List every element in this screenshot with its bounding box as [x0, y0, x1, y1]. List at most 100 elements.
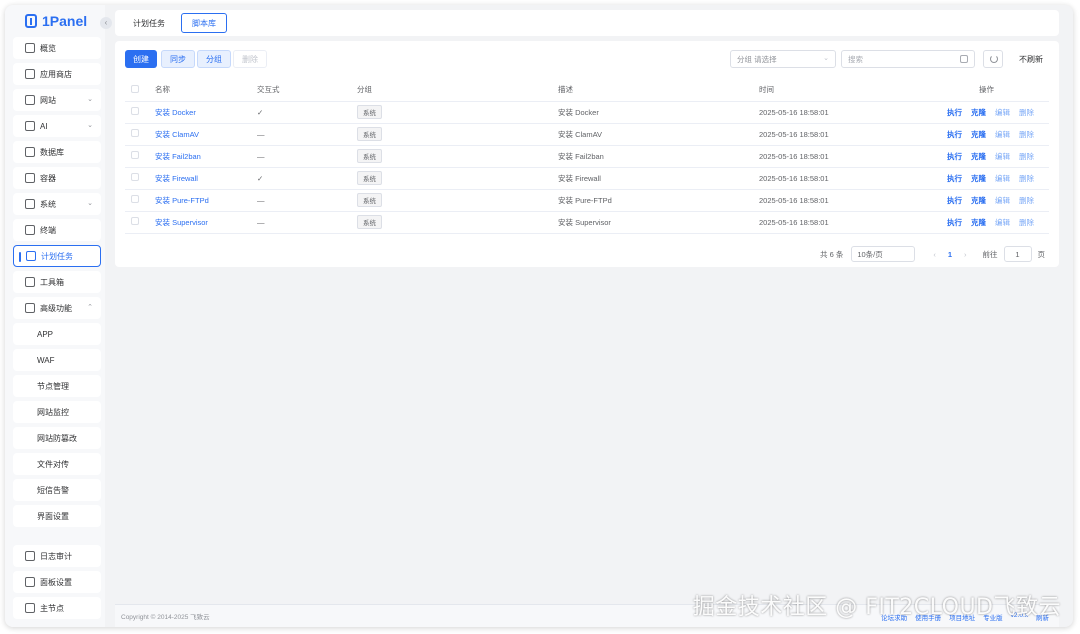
- refresh-icon[interactable]: [983, 50, 1003, 68]
- sidebar-item-9[interactable]: 工具箱: [13, 271, 101, 293]
- script-time: 2025-05-16 18:58:01: [759, 107, 829, 117]
- sidebar-item-4[interactable]: 数据库: [13, 141, 101, 163]
- tab-cronjob[interactable]: 计划任务: [123, 13, 175, 33]
- prev-page-icon[interactable]: ‹: [933, 250, 936, 259]
- sidebar-subitem-6[interactable]: 短信告警: [13, 479, 101, 501]
- row-checkbox[interactable]: [131, 195, 139, 203]
- edit-button[interactable]: 编辑: [995, 108, 1010, 117]
- run-button[interactable]: 执行: [947, 174, 962, 183]
- clone-button[interactable]: 克隆: [971, 218, 986, 227]
- sidebar-item-2[interactable]: 网站 ⌄: [13, 89, 101, 111]
- script-time: 2025-05-16 18:58:01: [759, 173, 829, 183]
- logo[interactable]: 1Panel: [25, 12, 87, 30]
- run-button[interactable]: 执行: [947, 152, 962, 161]
- delete-row-button[interactable]: 删除: [1019, 130, 1034, 139]
- copyright: Copyright © 2014-2025 飞致云: [121, 614, 210, 621]
- script-name-link[interactable]: 安装 ClamAV: [155, 130, 199, 139]
- globe-icon: [25, 95, 35, 105]
- edit-button[interactable]: 编辑: [995, 130, 1010, 139]
- sidebar-subitem-4[interactable]: 网站防篡改: [13, 427, 101, 449]
- script-description: 安装 ClamAV: [558, 129, 603, 139]
- sidebar-subitem-0[interactable]: APP: [13, 323, 101, 345]
- edit-button[interactable]: 编辑: [995, 218, 1010, 227]
- table-row: 安装 Fail2ban — 系统 安装 Fail2ban 2025-05-16 18:5…: [125, 145, 1049, 168]
- sidebar-subitem-3[interactable]: 网站监控: [13, 401, 101, 423]
- edit-button[interactable]: 编辑: [995, 174, 1010, 183]
- page-number-current[interactable]: 1: [948, 250, 952, 259]
- script-name-link[interactable]: 安装 Docker: [155, 108, 196, 117]
- sidebar: 1Panel ‹ 概览 应用商店 网站 ⌄ AI ⌄ 数据库 容器 系统 ⌄ 终端 计划任务 工具箱 高级…: [5, 5, 112, 627]
- script-name-link[interactable]: 安装 Firewall: [155, 174, 198, 183]
- script-name-link[interactable]: 安装 Fail2ban: [155, 152, 201, 161]
- row-checkbox[interactable]: [131, 107, 139, 115]
- sidebar-subitem-5[interactable]: 文件对传: [13, 453, 101, 475]
- script-name-link[interactable]: 安装 Supervisor: [155, 218, 208, 227]
- delete-button[interactable]: 删除: [233, 50, 267, 68]
- clone-button[interactable]: 克隆: [971, 174, 986, 183]
- delete-row-button[interactable]: 删除: [1019, 196, 1034, 205]
- search-icon: [960, 55, 968, 63]
- sidebar-bottom-item-1[interactable]: 面板设置: [13, 571, 101, 593]
- delete-row-button[interactable]: 删除: [1019, 108, 1034, 117]
- sidebar-subitem-7[interactable]: 界面设置: [13, 505, 101, 527]
- row-checkbox[interactable]: [131, 173, 139, 181]
- script-description: 安装 Supervisor: [558, 217, 611, 227]
- clone-button[interactable]: 克隆: [971, 152, 986, 161]
- search-input[interactable]: 搜索: [841, 50, 975, 68]
- select-all-checkbox[interactable]: [131, 84, 139, 93]
- row-checkbox[interactable]: [131, 217, 139, 225]
- sidebar-subitem-2[interactable]: 节点管理: [13, 375, 101, 397]
- delete-row-button[interactable]: 删除: [1019, 174, 1034, 183]
- edit-button[interactable]: 编辑: [995, 196, 1010, 205]
- group-filter-select[interactable]: 分组 请选择 ⌄: [730, 50, 836, 68]
- sidebar-item-6[interactable]: 系统 ⌄: [13, 193, 101, 215]
- row-checkbox[interactable]: [131, 151, 139, 159]
- collapse-sidebar-button[interactable]: ‹: [100, 17, 112, 29]
- goto-page-input[interactable]: 1: [1003, 246, 1032, 262]
- clone-button[interactable]: 克隆: [971, 196, 986, 205]
- sidebar-bottom-item-0[interactable]: 日志审计: [13, 545, 101, 567]
- top-tabs: 计划任务 脚本库: [115, 10, 1059, 36]
- delete-row-button[interactable]: 删除: [1019, 218, 1034, 227]
- tab-script-library[interactable]: 脚本库: [181, 13, 227, 33]
- chevron-down-icon: ⌄: [87, 122, 93, 129]
- next-page-icon[interactable]: ›: [964, 250, 967, 259]
- run-button[interactable]: 执行: [947, 108, 962, 117]
- sidebar-item-10[interactable]: 高级功能 ⌃: [13, 297, 101, 319]
- row-checkbox[interactable]: [131, 129, 139, 137]
- group-button[interactable]: 分组: [197, 50, 231, 68]
- sidebar-item-5[interactable]: 容器: [13, 167, 101, 189]
- page-size-select[interactable]: 10条/页: [851, 246, 916, 262]
- sidebar-item-label: 系统: [40, 199, 56, 209]
- sidebar-item-label: 工具箱: [40, 277, 64, 287]
- edit-button[interactable]: 编辑: [995, 152, 1010, 161]
- col-header-time: 时间: [759, 79, 924, 102]
- refresh-interval-select[interactable]: 不刷新: [1008, 50, 1054, 68]
- goto-page-value: 1: [1015, 249, 1020, 259]
- chevron-down-icon: ⌄: [823, 55, 829, 62]
- goto-suffix: 页: [1037, 249, 1046, 259]
- clone-button[interactable]: 克隆: [971, 130, 986, 139]
- sidebar-item-3[interactable]: AI ⌄: [13, 115, 101, 137]
- home-icon: [25, 43, 35, 53]
- run-button[interactable]: 执行: [947, 130, 962, 139]
- sidebar-subitem-1[interactable]: WAF: [13, 349, 101, 371]
- delete-row-button[interactable]: 删除: [1019, 152, 1034, 161]
- sidebar-item-1[interactable]: 应用商店: [13, 63, 101, 85]
- diamond-icon: [25, 303, 35, 313]
- sidebar-bottom-item-2[interactable]: 主节点: [13, 597, 101, 619]
- system-icon: [25, 199, 35, 209]
- clone-button[interactable]: 克隆: [971, 108, 986, 117]
- run-button[interactable]: 执行: [947, 218, 962, 227]
- create-button[interactable]: 创建: [125, 50, 157, 68]
- run-button[interactable]: 执行: [947, 196, 962, 205]
- sidebar-item-8[interactable]: 计划任务: [13, 245, 101, 267]
- robot-icon: [25, 121, 35, 131]
- sidebar-item-label: 面板设置: [40, 577, 72, 587]
- script-name-link[interactable]: 安装 Pure-FTPd: [155, 196, 209, 205]
- sidebar-item-label: 终端: [40, 225, 56, 235]
- sidebar-item-0[interactable]: 概览: [13, 37, 101, 59]
- sidebar-item-7[interactable]: 终端: [13, 219, 101, 241]
- pagination: 共 6 条 10条/页 ‹ 1 › 前往 1 页: [820, 246, 1045, 262]
- sync-button[interactable]: 同步: [161, 50, 195, 68]
